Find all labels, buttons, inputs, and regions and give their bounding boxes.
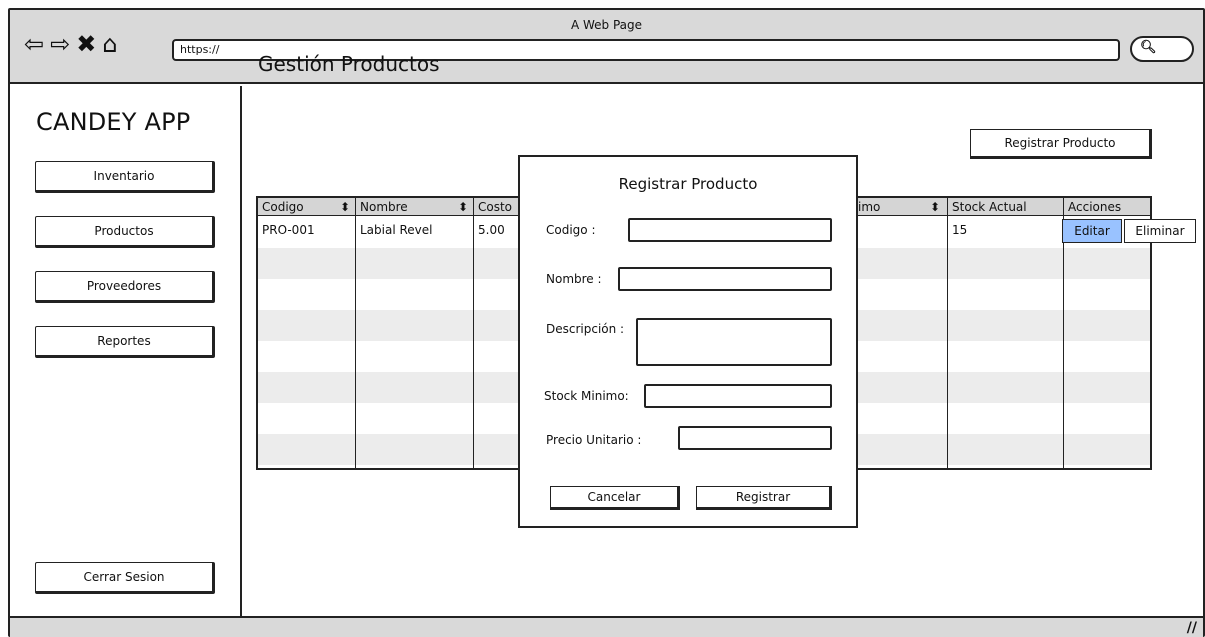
precio-unitario-label: Precio Unitario :	[546, 433, 642, 447]
sort-icon[interactable]: ⬍	[930, 198, 940, 216]
register-product-button[interactable]: Registrar Producto	[970, 129, 1152, 159]
descripcion-textarea[interactable]	[636, 318, 832, 366]
app-title: CANDEY APP	[36, 108, 191, 136]
column-header-stock-actual[interactable]: Stock Actual	[948, 198, 1027, 216]
cell-stock-actual: 15	[952, 223, 968, 237]
column-header-nombre[interactable]: Nombre	[356, 198, 408, 216]
column-divider	[473, 198, 474, 468]
nombre-input[interactable]	[618, 267, 832, 291]
submit-button[interactable]: Registrar	[696, 486, 832, 510]
edit-button[interactable]: Editar	[1062, 219, 1122, 243]
codigo-input[interactable]	[628, 218, 832, 242]
stock-minimo-label: Stock Minimo:	[544, 389, 629, 403]
descripcion-label: Descripción :	[546, 322, 625, 336]
precio-unitario-input[interactable]	[678, 426, 832, 450]
register-product-modal: Registrar Producto Codigo : Nombre : Des…	[518, 155, 858, 528]
cancel-button[interactable]: Cancelar	[550, 486, 680, 510]
search-icon: 🔍︎	[1140, 40, 1157, 55]
resize-grip-icon[interactable]: //	[1187, 620, 1197, 636]
column-divider	[355, 198, 356, 468]
status-bar: //	[10, 616, 1203, 637]
page-title: Gestión Productos	[258, 52, 440, 76]
modal-title: Registrar Producto	[618, 175, 758, 193]
sidebar-item-proveedores[interactable]: Proveedores	[35, 271, 215, 303]
window-title: A Web Page	[570, 18, 643, 32]
column-header-acciones: Acciones	[1068, 200, 1122, 214]
sidebar-item-inventario[interactable]: Inventario	[35, 161, 215, 193]
codigo-label: Codigo :	[546, 223, 596, 237]
column-divider	[947, 198, 948, 468]
cell-costo: 5.00	[478, 223, 505, 237]
forward-arrow-icon[interactable]: ⇨	[50, 32, 70, 56]
home-icon[interactable]: ⌂	[102, 32, 117, 56]
close-x-icon[interactable]: ✖	[76, 32, 96, 56]
search-button[interactable]: 🔍︎	[1130, 36, 1194, 62]
stock-minimo-input[interactable]	[644, 384, 832, 408]
cell-codigo: PRO-001	[262, 223, 315, 237]
sidebar-item-productos[interactable]: Productos	[35, 216, 215, 248]
column-header-codigo[interactable]: Codigo	[258, 198, 304, 216]
browser-chrome: A Web Page ⇦ ⇨ ✖ ⌂ https:// 🔍︎	[10, 10, 1203, 84]
cell-nombre: Labial Revel	[360, 223, 433, 237]
nav-icons: ⇦ ⇨ ✖ ⌂	[24, 30, 118, 58]
delete-button[interactable]: Eliminar	[1124, 219, 1196, 243]
sidebar: CANDEY APP Inventario Productos Proveedo…	[10, 86, 242, 616]
nombre-label: Nombre :	[546, 272, 602, 286]
sort-icon[interactable]: ⬍	[340, 198, 350, 216]
sort-icon[interactable]: ⬍	[458, 198, 468, 216]
column-header-costo[interactable]: Costo	[474, 198, 512, 216]
back-arrow-icon[interactable]: ⇦	[24, 32, 44, 56]
sidebar-item-reportes[interactable]: Reportes	[35, 326, 215, 358]
logout-button[interactable]: Cerrar Sesion	[35, 562, 215, 594]
